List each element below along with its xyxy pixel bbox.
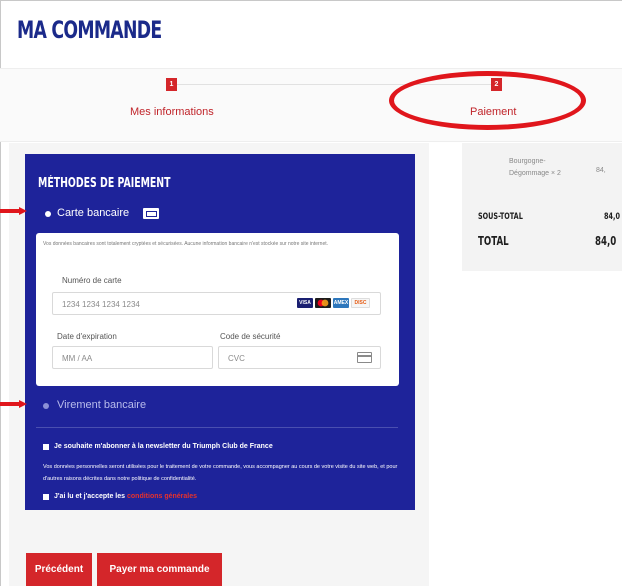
summary-item-price: 84, [596,167,606,174]
terms-link[interactable]: conditions générales [127,493,197,500]
terms-label-text: J'ai lu et j'accepte les [54,493,126,500]
total-value: 84,0 [595,234,617,248]
divider [36,427,398,428]
previous-button[interactable]: Précédent [26,553,92,586]
subtotal-value: 84,0 [604,212,620,222]
terms-checkbox[interactable] [43,494,49,500]
card-number-label: Numéro de carte [62,276,122,285]
privacy-notice: Vos données personnelles seront utilisée… [43,464,398,482]
secure-notice: Vos données bancaires sont totalement cr… [43,241,329,247]
mastercard-icon [315,298,331,308]
cvc-card-icon [357,352,372,363]
pay-order-button[interactable]: Payer ma commande [97,553,222,586]
amex-icon: AMEX [333,298,349,308]
card-method-label[interactable]: Carte bancaire [57,207,129,219]
summary-item-qty: Dégommage × 2 [509,170,561,177]
step-1-number: 1 [166,78,177,91]
annotation-arrow-card [0,207,27,215]
annotation-oval [389,71,586,130]
terms-label[interactable]: J'ai lu et j'accepte les conditions géné… [54,493,197,500]
credit-card-icon [143,208,159,219]
discover-icon: DISC [351,298,370,308]
page-title: MA COMMANDE [17,16,162,44]
subtotal-label: SOUS-TOTAL [478,212,523,222]
card-method-radio[interactable] [45,211,51,217]
visa-icon: VISA [297,298,313,308]
total-label: TOTAL [478,234,509,248]
newsletter-label[interactable]: Je souhaite m'abonner à la newsletter du… [54,443,273,450]
expiry-label: Date d'expiration [57,332,117,341]
payment-methods-title: MÉTHODES DE PAIEMENT [38,176,171,191]
annotation-arrow-transfer [0,400,27,408]
cvc-label: Code de sécurité [220,332,281,341]
transfer-method-label[interactable]: Virement bancaire [57,399,146,411]
expiry-input[interactable]: MM / AA [52,346,213,369]
transfer-method-radio[interactable] [43,403,49,409]
newsletter-checkbox[interactable] [43,444,49,450]
summary-item-name: Bourgogne- [509,158,546,165]
card-number-input[interactable]: 1234 1234 1234 1234 [52,292,381,315]
step-1-label[interactable]: Mes informations [130,106,214,118]
